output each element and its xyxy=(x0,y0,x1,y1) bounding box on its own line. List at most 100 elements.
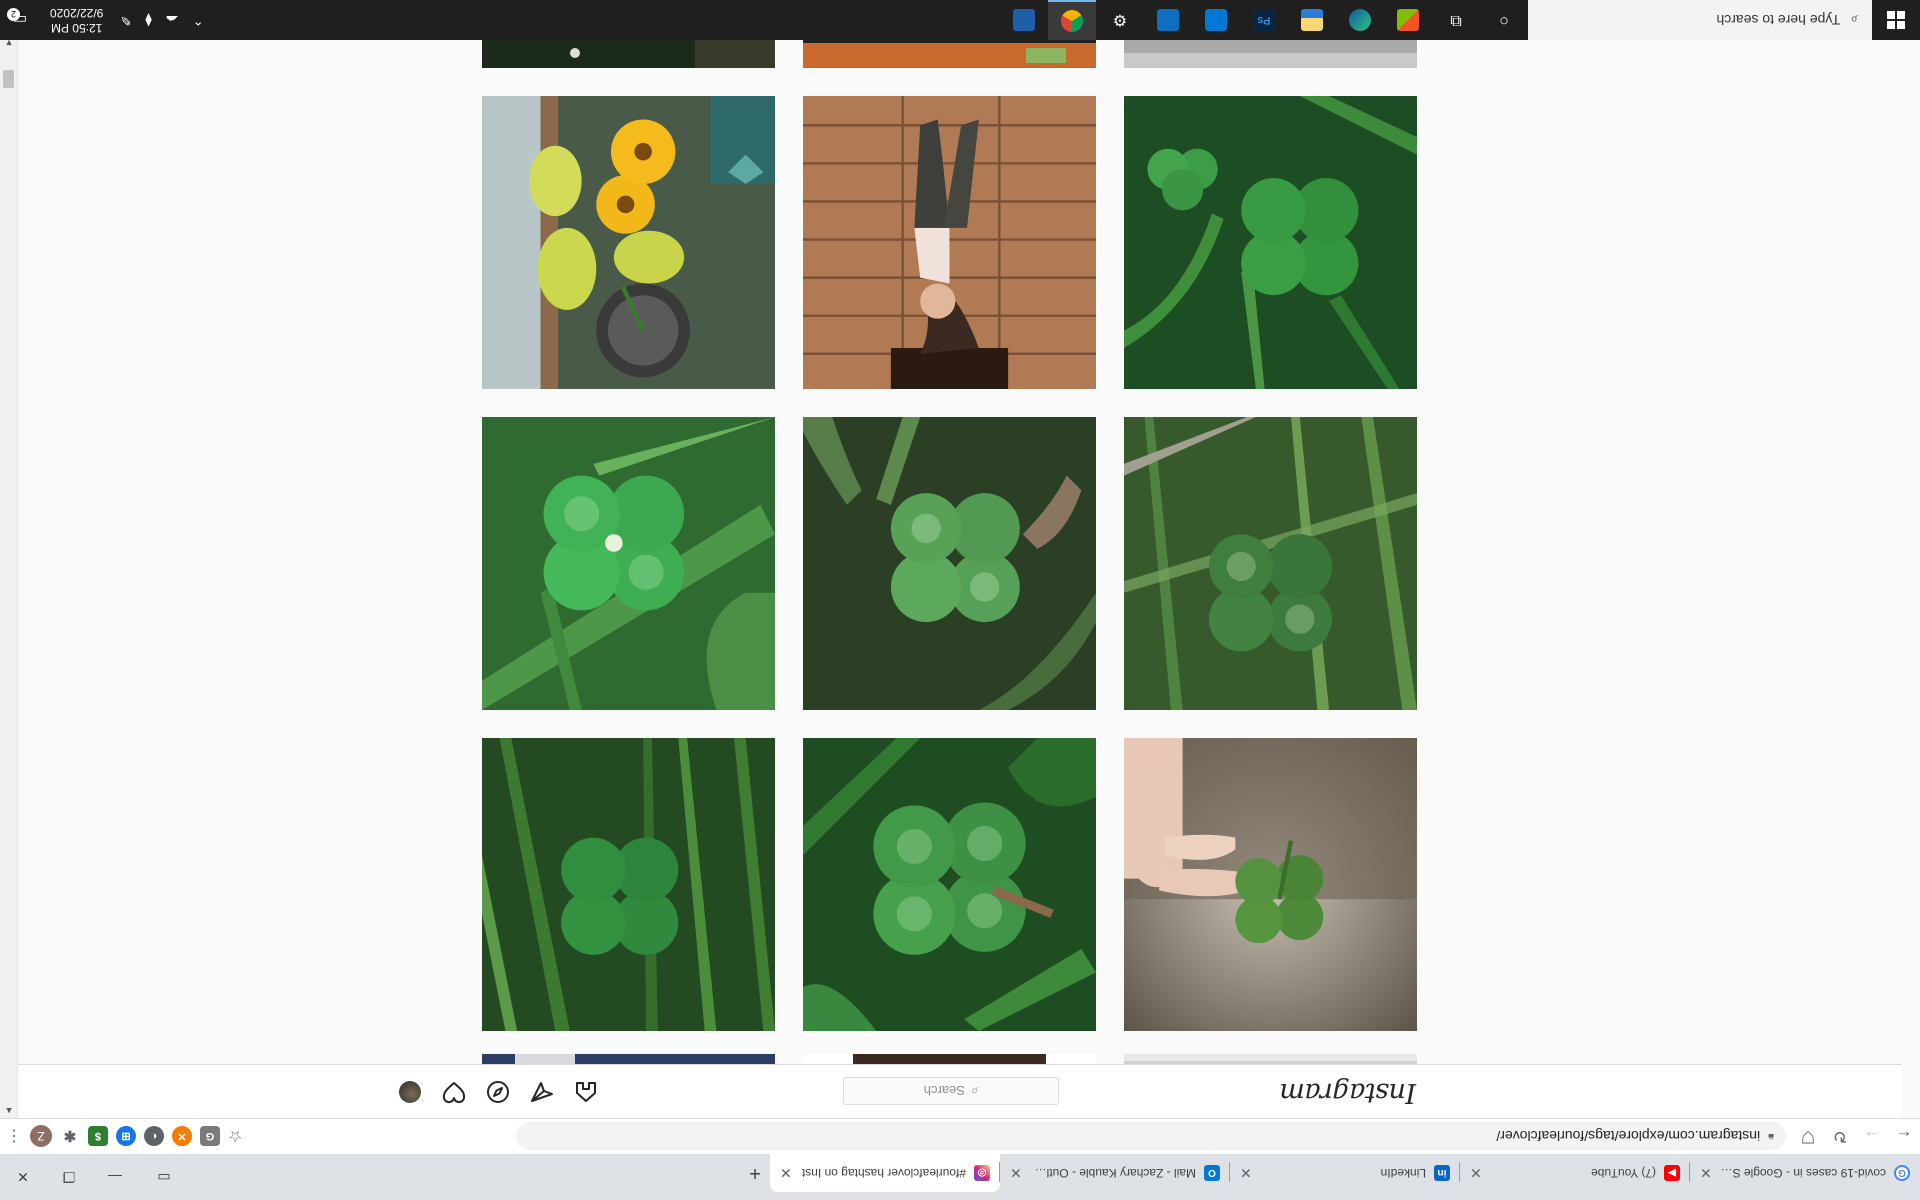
photo-tile[interactable] xyxy=(1124,96,1417,389)
extension-blue-icon[interactable]: ⊞ xyxy=(116,1126,136,1147)
explore-compass-icon[interactable] xyxy=(484,1078,512,1106)
outlook-app-icon[interactable] xyxy=(1144,0,1192,40)
pen-icon[interactable]: ✎ xyxy=(113,12,138,28)
reload-icon[interactable]: ↻ xyxy=(1824,1121,1856,1153)
tab-title: Mail - Zachary Kauble - Outlook xyxy=(1029,1166,1196,1180)
close-tab-icon[interactable]: ✕ xyxy=(780,1165,792,1182)
settings-gear-icon[interactable]: ⚙ xyxy=(1096,0,1144,40)
activity-heart-icon[interactable] xyxy=(440,1078,468,1106)
forward-arrow-icon[interactable]: → xyxy=(1856,1121,1888,1153)
photo-tile[interactable] xyxy=(803,417,1096,710)
photo-tile[interactable] xyxy=(1124,1054,1417,1064)
tab-youtube[interactable]: ▶ (7) YouTube ✕ xyxy=(1460,1154,1690,1192)
outlook-icon: O xyxy=(1204,1165,1220,1181)
extensions-area: ☆ G ✕ ◐ ⊞ $ ✱ Z ⋮ xyxy=(0,1125,242,1148)
close-tab-icon[interactable]: ✕ xyxy=(1470,1165,1482,1182)
chrome-icon[interactable] xyxy=(1048,0,1096,40)
photo-tile[interactable] xyxy=(803,96,1096,389)
tab-google-search[interactable]: G covid-19 cases in - Google Sear ✕ xyxy=(1690,1154,1920,1192)
windows-start-icon[interactable] xyxy=(1872,0,1920,40)
photo-tile[interactable] xyxy=(482,1054,775,1064)
tab-search-icon[interactable]: ▭ xyxy=(150,1166,178,1190)
extension-orange-icon[interactable]: ✕ xyxy=(172,1126,192,1147)
profile-avatar-icon[interactable] xyxy=(396,1078,424,1106)
browser-menu-icon[interactable]: ⋮ xyxy=(6,1127,22,1147)
close-window-button[interactable]: ✕ xyxy=(0,1154,46,1200)
url-text[interactable]: instagram.com/explore/tags/fourleafclove… xyxy=(528,1129,1760,1145)
task-view-icon[interactable]: ⧉ xyxy=(1432,0,1480,40)
photo-tile[interactable] xyxy=(803,738,1096,1031)
shield-icon[interactable]: ⛉ xyxy=(1792,1121,1824,1153)
photo-tile[interactable] xyxy=(482,36,775,68)
instagram-nav-icons xyxy=(396,1078,600,1106)
extension-circle-icon[interactable]: ◐ xyxy=(144,1126,164,1147)
new-tab-button[interactable]: + xyxy=(740,1154,770,1192)
search-icon: ⌕ xyxy=(1850,12,1858,29)
address-bar[interactable]: 🔒︎ instagram.com/explore/tags/fourleafcl… xyxy=(516,1122,1786,1151)
show-hidden-icons-chevron-icon[interactable]: ⌃ xyxy=(186,12,211,28)
extension-dollar-icon[interactable]: $ xyxy=(88,1126,108,1147)
photo-tile[interactable] xyxy=(1124,36,1417,68)
page-scrollbar[interactable]: ▲ ▼ xyxy=(0,36,18,1118)
taskbar-clock[interactable]: 12:50 PM 9/22/2020 xyxy=(40,5,113,35)
system-tray: ⌃ ☁ ⧫ ✎ 12:50 PM 9/22/2020 ▭ 2 xyxy=(0,0,211,40)
window-controls: — ❐ ✕ xyxy=(0,1154,138,1200)
minimize-button[interactable]: — xyxy=(92,1154,138,1200)
direct-message-icon[interactable] xyxy=(528,1078,556,1106)
close-tab-icon[interactable]: ✕ xyxy=(1240,1165,1252,1182)
photo-tile[interactable] xyxy=(482,738,775,1031)
windows-taskbar: ⌕ Type here to search ○ ⧉ Ps ⚙ ⌃ ☁ ⧫ ✎ 1… xyxy=(0,0,1920,40)
tab-title: covid-19 cases in - Google Sear xyxy=(1719,1166,1886,1180)
tab-linkedin[interactable]: in LinkedIn ✕ xyxy=(1230,1154,1460,1192)
scroll-up-arrow-icon[interactable]: ▲ xyxy=(4,1106,14,1116)
tab-title: LinkedIn xyxy=(1380,1166,1426,1180)
photos-icon[interactable] xyxy=(1000,0,1048,40)
dropbox-icon[interactable]: ⧫ xyxy=(138,12,158,28)
action-center-icon[interactable]: ▭ 2 xyxy=(0,0,40,40)
youtube-icon: ▶ xyxy=(1664,1165,1680,1181)
back-arrow-icon[interactable]: ← xyxy=(1888,1121,1920,1153)
photo-tile[interactable] xyxy=(482,417,775,710)
photo-tile[interactable] xyxy=(1124,417,1417,710)
instagram-icon: ◎ xyxy=(974,1165,990,1181)
scrollbar-thumb[interactable] xyxy=(3,70,14,88)
tab-title: (7) YouTube xyxy=(1591,1166,1656,1180)
google-icon: G xyxy=(1894,1165,1910,1181)
search-icon: ⌕ xyxy=(970,1084,979,1099)
browser-tab-strip: G covid-19 cases in - Google Sear ✕ ▶ (7… xyxy=(0,1154,1920,1200)
tab-instagram[interactable]: ◎ #fourleafclover hashtag on Inst ✕ xyxy=(770,1154,1000,1192)
bookmark-star-icon[interactable]: ☆ xyxy=(228,1127,242,1147)
taskbar-search-placeholder: Type here to search xyxy=(1716,12,1841,28)
photo-tile[interactable] xyxy=(482,96,775,389)
store-icon[interactable] xyxy=(1384,0,1432,40)
tab-title: #fourleafclover hashtag on Inst xyxy=(801,1166,966,1180)
taskbar-search-box[interactable]: ⌕ Type here to search xyxy=(1528,0,1872,40)
close-tab-icon[interactable]: ✕ xyxy=(1010,1165,1022,1182)
extension-g-icon[interactable]: G xyxy=(200,1126,220,1147)
mail-icon[interactable] xyxy=(1192,0,1240,40)
profile-avatar[interactable]: Z xyxy=(30,1125,52,1148)
home-icon[interactable] xyxy=(572,1078,600,1106)
restore-button[interactable]: ❐ xyxy=(46,1154,92,1200)
extensions-puzzle-icon[interactable]: ✱ xyxy=(60,1127,80,1147)
close-tab-icon[interactable]: ✕ xyxy=(1700,1165,1712,1182)
clock-time: 12:50 PM xyxy=(51,21,103,35)
file-explorer-icon[interactable] xyxy=(1288,0,1336,40)
edge-icon[interactable] xyxy=(1336,0,1384,40)
notification-count-badge: 2 xyxy=(7,8,20,21)
cortana-icon[interactable]: ○ xyxy=(1480,0,1528,40)
lock-icon[interactable]: 🔒︎ xyxy=(1768,1130,1774,1143)
instagram-logo[interactable]: Instagram xyxy=(1280,1077,1416,1108)
search-input[interactable]: ⌕ Search xyxy=(843,1077,1059,1105)
photo-tile[interactable] xyxy=(803,36,1096,68)
tab-outlook[interactable]: O Mail - Zachary Kauble - Outlook ✕ xyxy=(1000,1154,1230,1192)
photo-tile[interactable] xyxy=(803,1054,1096,1064)
cloud-icon[interactable]: ☁ xyxy=(159,12,186,28)
photoshop-icon[interactable]: Ps xyxy=(1240,0,1288,40)
search-placeholder: Search xyxy=(923,1083,965,1099)
screen: G covid-19 cases in - Google Sear ✕ ▶ (7… xyxy=(0,0,1920,1200)
photo-tile[interactable] xyxy=(1124,738,1417,1031)
clock-date: 9/22/2020 xyxy=(50,6,104,20)
instagram-header: Instagram ⌕ Search xyxy=(17,1064,1902,1118)
browser-toolbar: ← → ↻ ⛉ 🔒︎ instagram.com/explore/tags/fo… xyxy=(0,1118,1920,1154)
